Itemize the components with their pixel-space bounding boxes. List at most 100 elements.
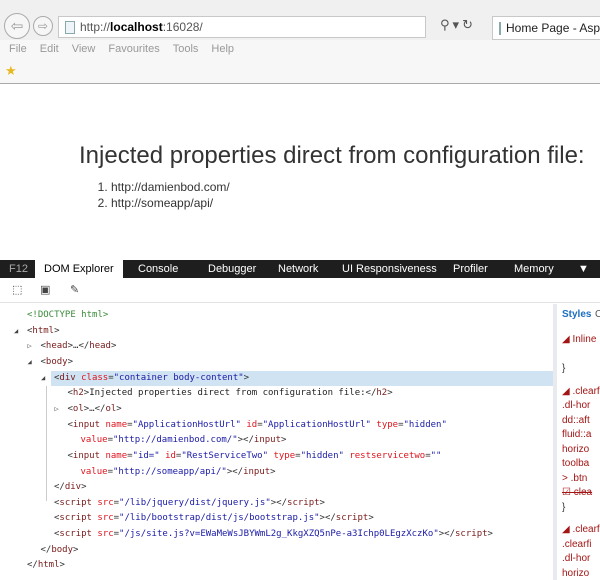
menu-tools[interactable]: Tools xyxy=(173,43,199,55)
tab-profiler[interactable]: Profiler xyxy=(453,263,488,275)
dom-toolbar: ⬚ ▣ ✎ xyxy=(0,278,600,303)
token-p: ></ xyxy=(226,466,244,477)
menu-favourites[interactable]: Favourites xyxy=(108,43,159,55)
dom-node[interactable]: <input name="ApplicationHostUrl" id="App… xyxy=(68,418,447,433)
token-tag: head xyxy=(45,341,68,352)
token-attr: src xyxy=(97,529,114,540)
dom-node[interactable]: <!DOCTYPE html> xyxy=(27,308,108,323)
dom-node[interactable]: <script src="/lib/bootstrap/dist/js/boot… xyxy=(54,511,374,526)
refresh-icon[interactable]: ↻ xyxy=(462,18,476,33)
expand-icon[interactable]: ▷ xyxy=(28,339,32,354)
dom-node[interactable]: value="http://damienbod.com/"></input> xyxy=(81,433,287,448)
style-rule-line: dd::aft xyxy=(562,414,590,426)
token-val: "hidden" xyxy=(403,419,447,430)
dom-node[interactable]: value="http://someapp/api/"></input> xyxy=(81,465,276,480)
back-button[interactable]: ⇦ xyxy=(4,13,30,39)
token-attr: id xyxy=(165,450,176,461)
collapse-icon[interactable]: ◢ xyxy=(14,324,18,339)
page-heading: Injected properties direct from configur… xyxy=(79,142,585,169)
styles-pane: Styles C ◢ Inline}◢ .clearfi.dl-hordd::a… xyxy=(553,304,600,580)
dom-node[interactable]: <script src="/js/site.js?v=EWaMeWsJBYWmL… xyxy=(54,527,493,542)
dom-node[interactable]: <ol>…</ol> xyxy=(68,402,122,417)
page-icon xyxy=(65,20,75,34)
dom-node[interactable]: </html> xyxy=(27,558,65,573)
dom-node[interactable]: <html> xyxy=(27,324,60,339)
computed-tab[interactable]: C xyxy=(595,309,600,320)
dom-node-selected[interactable]: <div class="container body-content"> xyxy=(51,370,553,386)
menu-view[interactable]: View xyxy=(72,43,96,55)
address-bar[interactable]: http://localhost:16028/ xyxy=(58,16,426,38)
token-p: > xyxy=(116,403,122,414)
url-list: http://damienbod.com/ http://someapp/api… xyxy=(111,179,230,211)
token-attr: type xyxy=(273,450,296,461)
token-tag: script xyxy=(59,497,92,508)
token-tag: h2 xyxy=(376,388,388,399)
tab-dom-explorer[interactable]: DOM Explorer xyxy=(35,260,123,278)
menu-file[interactable]: File xyxy=(9,43,27,55)
token-p: > xyxy=(110,341,117,352)
menu-help[interactable]: Help xyxy=(211,43,234,55)
token-tag: h2 xyxy=(72,388,84,399)
token-val: "/js/site.js?v=EWaMeWsJBYWmL2g_KkgXZQ5nP… xyxy=(119,529,439,540)
token-attr: name xyxy=(105,450,128,461)
dom-node[interactable]: <head>…</head> xyxy=(41,339,117,354)
collapse-icon[interactable]: ◢ xyxy=(41,371,45,386)
color-picker-icon[interactable]: ✎ xyxy=(70,283,79,296)
token-p: > xyxy=(73,544,79,555)
tab-title: Home Page - AspNe xyxy=(506,21,600,35)
select-element-icon[interactable]: ⬚ xyxy=(12,283,22,296)
token-tag: script xyxy=(287,497,320,508)
tab-memory[interactable]: Memory xyxy=(514,263,554,275)
token-tag: input xyxy=(243,466,271,477)
token-val: "ApplicationHostUrl" xyxy=(132,419,241,430)
tab-ui-responsiveness[interactable]: UI Responsiveness xyxy=(342,263,437,275)
token-tag: input xyxy=(253,435,281,446)
style-rule-line: ◢ .clearfi xyxy=(562,385,600,397)
token-attr: name xyxy=(105,419,128,430)
token-p: > xyxy=(54,325,60,336)
token-val: "/lib/bootstrap/dist/js/bootstrap.js" xyxy=(119,513,320,524)
token-p: >…</ xyxy=(83,403,106,414)
add-favourite-icon[interactable]: ★ xyxy=(5,64,17,79)
tab-network[interactable]: Network xyxy=(278,263,318,275)
style-rule-line: horizo xyxy=(562,567,590,579)
style-rule-line: .clearfi xyxy=(562,538,592,550)
token-tag: ol xyxy=(72,403,84,414)
dropdown-icon[interactable]: ▾ xyxy=(453,18,463,33)
highlight-box-icon[interactable]: ▣ xyxy=(40,283,50,296)
token-tag: div xyxy=(59,372,76,383)
search-icon[interactable]: ⚲ xyxy=(440,18,453,33)
dom-tree: <!DOCTYPE html> <html> ◢ <head>…</head> ▷ <bo… xyxy=(0,304,553,580)
forward-button[interactable]: ⇨ xyxy=(33,16,53,36)
collapse-icon[interactable]: ◢ xyxy=(28,355,32,370)
token-tag: html xyxy=(37,560,60,571)
token-p: </ xyxy=(365,388,377,399)
token-p: > xyxy=(81,482,87,493)
token-val: "container body-content" xyxy=(113,372,244,383)
dom-node[interactable]: <body> xyxy=(41,355,74,370)
dom-node[interactable]: </div> xyxy=(54,480,87,495)
token-doc: <!DOCTYPE html> xyxy=(27,310,109,320)
dom-node[interactable]: </body> xyxy=(41,543,79,558)
token-p: > xyxy=(368,513,374,524)
page-content: Injected properties direct from configur… xyxy=(0,85,600,257)
expand-icon[interactable]: ▷ xyxy=(55,402,59,417)
menu-bar: File Edit View Favourites Tools Help ★ xyxy=(0,40,600,84)
styles-tab[interactable]: Styles xyxy=(562,309,591,320)
token-attr: id xyxy=(246,419,258,430)
dom-node[interactable]: <h2>Injected properties direct from conf… xyxy=(68,386,393,401)
tab-console[interactable]: Console xyxy=(138,263,178,275)
style-rule-line: toolba xyxy=(562,458,590,469)
token-tag: script xyxy=(335,513,369,524)
token-p: ></ xyxy=(237,435,254,446)
style-rule-line: .dl-hor xyxy=(562,553,591,564)
token-tag: ol xyxy=(105,403,117,414)
overflow-menu-icon[interactable]: ▼ xyxy=(578,263,589,275)
tab-debugger[interactable]: Debugger xyxy=(208,263,256,275)
browser-tab[interactable]: Home Page - AspNe xyxy=(492,16,600,40)
token-val: "RestServiceTwo" xyxy=(181,450,269,461)
dom-node[interactable]: <input name="id=" id="RestServiceTwo" ty… xyxy=(68,449,442,464)
dom-node[interactable]: <script src="/lib/jquery/dist/jquery.js"… xyxy=(54,496,325,511)
menu-edit[interactable]: Edit xyxy=(40,43,59,55)
token-text: Injected properties direct from configur… xyxy=(89,388,366,399)
